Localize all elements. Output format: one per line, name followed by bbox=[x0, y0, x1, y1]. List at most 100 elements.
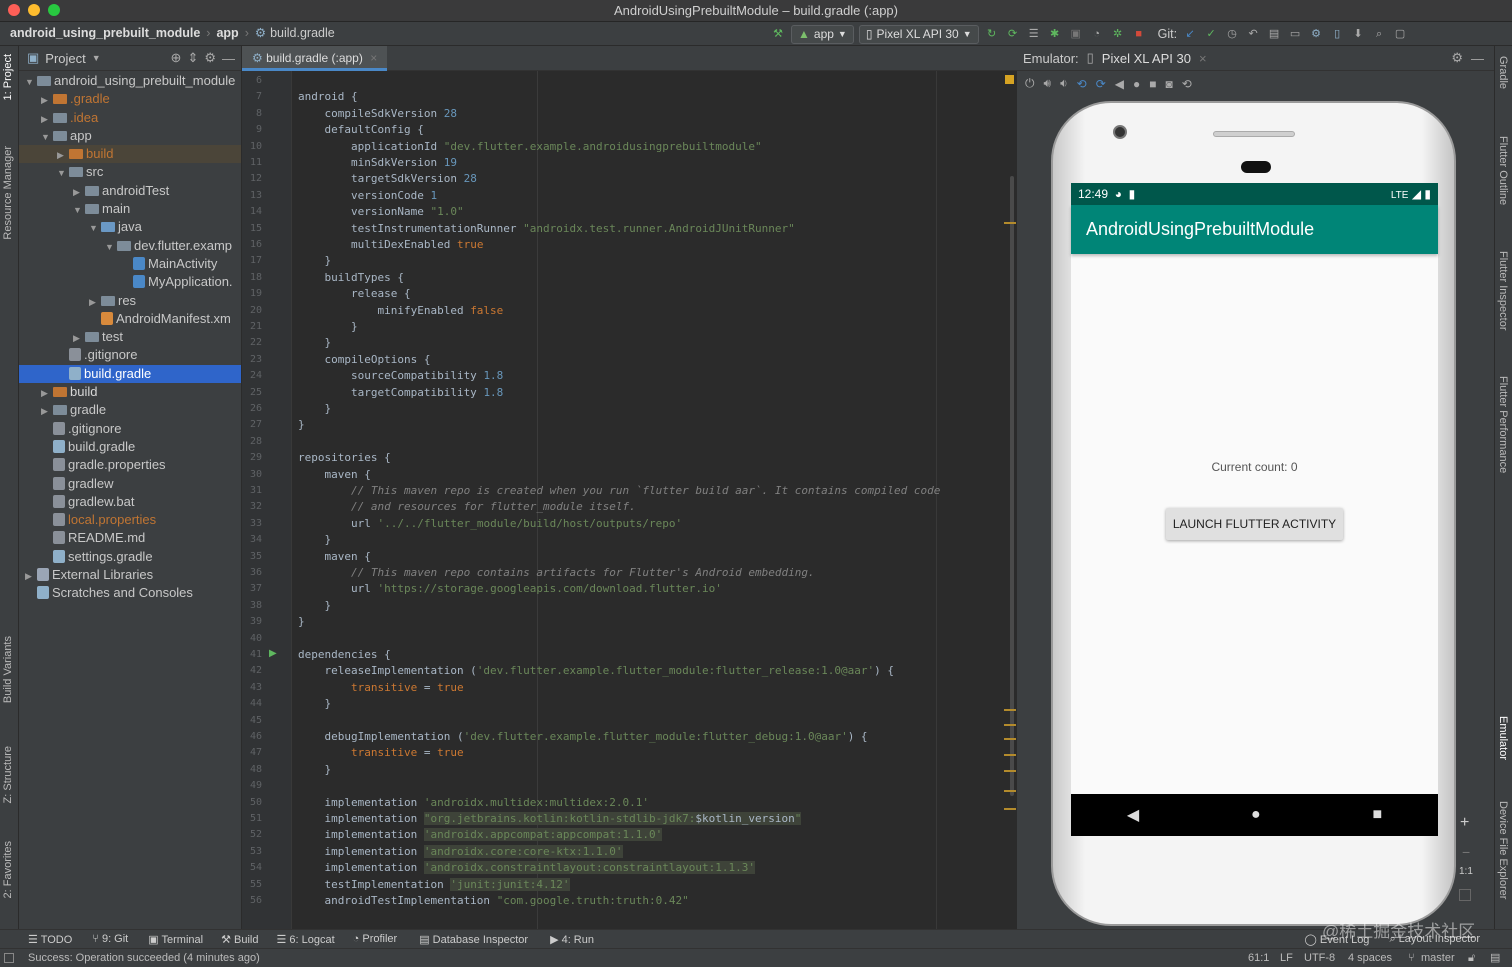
project-tree-item[interactable]: MainActivity bbox=[19, 255, 241, 273]
device-select[interactable]: ▯ Pixel XL API 30 ▼ bbox=[858, 24, 979, 44]
overview-icon[interactable]: ■ bbox=[1149, 77, 1156, 91]
project-tree-item[interactable]: ▶ androidTest bbox=[19, 182, 241, 200]
git-branch[interactable]: master bbox=[1421, 949, 1455, 967]
tab-run[interactable]: ▶ 4: Run bbox=[550, 933, 594, 946]
list-icon[interactable]: ☰ bbox=[1026, 26, 1042, 42]
rollback-icon[interactable]: ↶ bbox=[1245, 26, 1261, 42]
tab-project[interactable]: 1: Project bbox=[2, 54, 14, 100]
tab-build[interactable]: ⚒ Build bbox=[221, 933, 258, 946]
zoom-fit-icon[interactable] bbox=[1459, 889, 1471, 901]
tab-terminal[interactable]: ▣ Terminal bbox=[148, 933, 203, 946]
zoom-in-icon[interactable]: + bbox=[1460, 814, 1469, 832]
project-tree-item[interactable]: ▶ .gradle bbox=[19, 90, 241, 108]
tab-logcat[interactable]: ☰ 6: Logcat bbox=[276, 933, 334, 946]
breadcrumb-file[interactable]: build.gradle bbox=[270, 22, 335, 44]
project-tree-item[interactable]: ▶ .idea bbox=[19, 109, 241, 127]
tool-windows-icon[interactable] bbox=[4, 953, 14, 963]
debug-icon[interactable]: ✱ bbox=[1047, 26, 1063, 42]
project-tree-item[interactable]: ▶ build bbox=[19, 383, 241, 401]
expanded-arrow-icon[interactable]: ▼ bbox=[41, 128, 53, 145]
warning-marker[interactable] bbox=[1004, 808, 1016, 810]
sync-gradle-icon[interactable]: ⚙ bbox=[1308, 26, 1324, 42]
search-icon[interactable]: ⌕ bbox=[1371, 26, 1387, 42]
device-screen[interactable]: 12:49 ◕ ▮ LTE ◢ ▮ AndroidUsingPrebuiltMo… bbox=[1071, 183, 1438, 836]
window-controls[interactable] bbox=[8, 4, 60, 16]
project-tree-item[interactable]: ▶ External Libraries bbox=[19, 566, 241, 584]
project-tree-item[interactable]: ▼ android_using_prebuilt_module bbox=[19, 72, 241, 90]
project-tree-item[interactable]: .gitignore bbox=[19, 420, 241, 438]
tab-database-inspector[interactable]: ▤ Database Inspector bbox=[419, 933, 528, 946]
project-tree-item[interactable]: AndroidManifest.xm bbox=[19, 310, 241, 328]
project-tree-item[interactable]: MyApplication. bbox=[19, 273, 241, 291]
close-tab-icon[interactable]: × bbox=[1199, 51, 1207, 66]
nav-back-icon[interactable]: ◀ bbox=[1127, 805, 1139, 825]
avd-manager-icon[interactable]: ▭ bbox=[1287, 26, 1303, 42]
project-tree-item[interactable]: ▶ build bbox=[19, 145, 241, 164]
file-encoding[interactable]: UTF-8 bbox=[1304, 949, 1335, 967]
project-view-select[interactable]: Project bbox=[45, 51, 85, 66]
coverage-icon[interactable]: ▣ bbox=[1068, 26, 1084, 42]
maximize-window-button[interactable] bbox=[48, 4, 60, 16]
project-tree-item[interactable]: gradlew bbox=[19, 475, 241, 493]
collapsed-arrow-icon[interactable]: ▶ bbox=[73, 329, 85, 346]
warning-marker[interactable] bbox=[1004, 790, 1016, 792]
editor-scrollbar[interactable] bbox=[1010, 176, 1014, 796]
tab-favorites[interactable]: 2: Favorites bbox=[2, 841, 14, 898]
project-tree-item[interactable]: local.properties bbox=[19, 511, 241, 529]
expanded-arrow-icon[interactable]: ▼ bbox=[25, 73, 37, 90]
tab-build-gradle[interactable]: ⚙ build.gradle (:app) × bbox=[242, 46, 388, 71]
minimize-window-button[interactable] bbox=[28, 4, 40, 16]
power-icon[interactable]: ⏻ bbox=[1025, 76, 1035, 91]
project-structure-icon[interactable]: ▤ bbox=[1266, 26, 1282, 42]
collapsed-arrow-icon[interactable]: ▶ bbox=[73, 183, 85, 200]
device-manager-icon[interactable]: ▯ bbox=[1329, 26, 1345, 42]
expanded-arrow-icon[interactable]: ▼ bbox=[73, 201, 85, 218]
tab-flutter-outline[interactable]: Flutter Outline bbox=[1497, 136, 1509, 205]
project-tree-item[interactable]: gradlew.bat bbox=[19, 493, 241, 511]
tab-resource-manager[interactable]: Resource Manager bbox=[2, 146, 14, 240]
apply-changes-icon[interactable]: ↻ bbox=[984, 26, 1000, 42]
breadcrumb-module[interactable]: app bbox=[216, 22, 238, 44]
expanded-arrow-icon[interactable]: ▼ bbox=[105, 238, 117, 255]
warning-marker[interactable] bbox=[1004, 222, 1016, 224]
collapse-all-icon[interactable]: ⇕ bbox=[187, 50, 198, 66]
close-tab-icon[interactable]: × bbox=[370, 51, 377, 65]
zoom-out-icon[interactable]: − bbox=[1462, 844, 1470, 860]
project-tree-item[interactable]: ▼ main bbox=[19, 200, 241, 218]
attach-debugger-icon[interactable]: ✲ bbox=[1110, 26, 1126, 42]
status-message[interactable]: Success: Operation succeeded (4 minutes … bbox=[28, 949, 260, 967]
camera-icon[interactable]: ◙ bbox=[1165, 77, 1172, 91]
collapsed-arrow-icon[interactable]: ▶ bbox=[41, 110, 53, 127]
collapsed-arrow-icon[interactable]: ▶ bbox=[41, 402, 53, 419]
tab-structure[interactable]: Z: Structure bbox=[2, 746, 14, 803]
rotate-left-icon[interactable]: ⟲ bbox=[1077, 77, 1087, 91]
tab-todo[interactable]: ☰ TODO bbox=[28, 933, 72, 946]
tab-flutter-inspector[interactable]: Flutter Inspector bbox=[1497, 251, 1509, 330]
lock-icon[interactable]: 🔓︎ bbox=[1468, 949, 1475, 967]
expanded-arrow-icon[interactable]: ▼ bbox=[89, 219, 101, 236]
volume-down-icon[interactable]: 🔉︎ bbox=[1060, 76, 1068, 91]
collapsed-arrow-icon[interactable]: ▶ bbox=[89, 293, 101, 310]
git-update-icon[interactable]: ↙ bbox=[1182, 26, 1198, 42]
expanded-arrow-icon[interactable]: ▼ bbox=[57, 164, 69, 181]
stop-icon[interactable]: ■ bbox=[1131, 26, 1147, 42]
tab-gradle[interactable]: Gradle bbox=[1497, 56, 1509, 89]
warning-marker[interactable] bbox=[1004, 738, 1016, 740]
git-commit-icon[interactable]: ✓ bbox=[1203, 26, 1219, 42]
indent-setting[interactable]: 4 spaces bbox=[1348, 949, 1392, 967]
snapshot-icon[interactable]: ⟲ bbox=[1182, 77, 1192, 91]
collapsed-arrow-icon[interactable]: ▶ bbox=[25, 567, 37, 584]
project-tree-item[interactable]: ▶ gradle bbox=[19, 401, 241, 419]
home-icon[interactable]: ● bbox=[1133, 77, 1140, 91]
nav-recents-icon[interactable]: ■ bbox=[1372, 806, 1382, 824]
zoom-actual-size[interactable]: 1:1 bbox=[1459, 866, 1473, 877]
close-window-button[interactable] bbox=[8, 4, 20, 16]
project-tree-item[interactable]: ▶ res bbox=[19, 292, 241, 310]
run-gutter-icon[interactable]: ▶ bbox=[269, 648, 277, 659]
profile-icon[interactable]: ◔ bbox=[1089, 26, 1105, 42]
launch-flutter-activity-button[interactable]: LAUNCH FLUTTER ACTIVITY bbox=[1166, 508, 1343, 540]
project-tree-item[interactable]: build.gradle bbox=[19, 364, 241, 384]
back-icon[interactable]: ◀ bbox=[1115, 77, 1124, 91]
nav-home-icon[interactable]: ● bbox=[1251, 806, 1261, 824]
tab-build-variants[interactable]: Build Variants bbox=[2, 636, 14, 703]
